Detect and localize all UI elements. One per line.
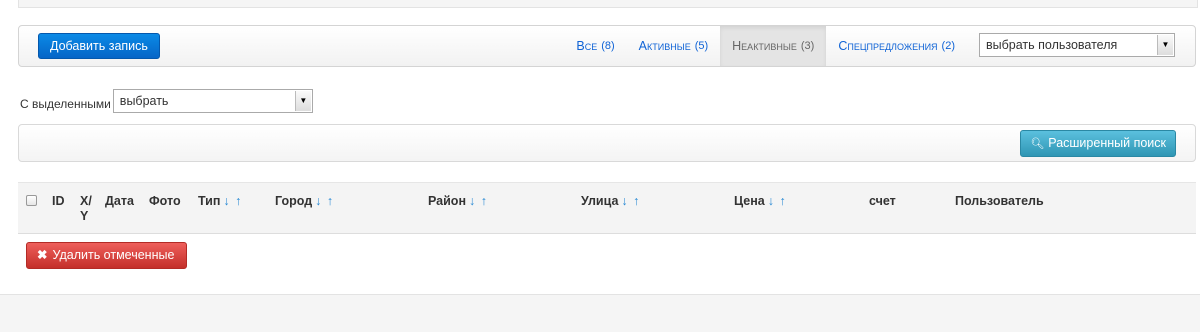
close-icon: ✖ <box>37 248 48 262</box>
col-photo: Фото <box>149 194 181 208</box>
col-xy-top: X/ <box>80 194 92 208</box>
sort-arrows-icon[interactable]: ↓ ↑ <box>315 194 334 208</box>
col-date: Дата <box>105 194 134 208</box>
col-xy-bottom: Y <box>80 209 89 223</box>
bulk-action-select[interactable]: выбрать ▼ <box>112 89 313 113</box>
advanced-search-button[interactable]: 🔍︎ Расширенный поиск <box>1020 130 1176 157</box>
col-id: ID <box>52 194 65 208</box>
tab-all-label: Все <box>576 39 598 53</box>
col-district-label: Район <box>428 194 466 208</box>
select-all-checkbox[interactable] <box>26 195 37 206</box>
sort-arrows-icon[interactable]: ↓ ↑ <box>469 194 488 208</box>
col-price-label: Цена <box>734 194 765 208</box>
tab-inactive[interactable]: Неактивные (3) <box>720 26 827 66</box>
tab-inactive-label: Неактивные <box>732 39 797 53</box>
footer <box>0 294 1200 332</box>
tab-active[interactable]: Активные (5) <box>627 26 720 66</box>
tab-active-label: Активные <box>638 39 691 53</box>
sort-arrows-icon[interactable]: ↓ ↑ <box>621 194 640 208</box>
bulk-action-select-value: выбрать <box>119 94 169 108</box>
advanced-search-label: Расширенный поиск <box>1048 136 1166 150</box>
top-strip <box>18 0 1198 8</box>
bulk-actions: С выделенными выбрать ▼ <box>20 89 313 113</box>
search-icon: 🔍︎ <box>1030 138 1045 150</box>
col-price[interactable]: Цена ↓ ↑ <box>734 194 787 208</box>
col-type[interactable]: Тип ↓ ↑ <box>198 194 242 208</box>
user-select-value: выбрать пользователя <box>986 38 1118 52</box>
listing-toolbar: Добавить запись Все (8) Активные (5) Неа… <box>18 25 1196 67</box>
col-xy: X/ Y <box>80 194 92 224</box>
tab-special-offers[interactable]: Спецпредложения (2) <box>826 26 967 66</box>
chevron-down-icon: ▼ <box>294 91 311 111</box>
col-street[interactable]: Улица ↓ ↑ <box>581 194 640 208</box>
add-record-button[interactable]: Добавить запись <box>38 33 160 59</box>
sort-arrows-icon[interactable]: ↓ ↑ <box>768 194 787 208</box>
tab-all-count: (8) <box>601 40 615 52</box>
col-street-label: Улица <box>581 194 619 208</box>
status-filter-tabs: Все (8) Активные (5) Неактивные (3) Спец… <box>564 26 967 66</box>
col-district[interactable]: Район ↓ ↑ <box>428 194 488 208</box>
col-type-label: Тип <box>198 194 221 208</box>
chevron-down-icon: ▼ <box>1157 35 1173 55</box>
delete-selected-button[interactable]: ✖ Удалить отмеченные <box>26 242 188 269</box>
bulk-actions-label: С выделенными <box>20 97 111 111</box>
delete-selected-label: Удалить отмеченные <box>52 248 175 262</box>
col-account: счет <box>869 194 896 208</box>
tab-active-count: (5) <box>694 40 709 52</box>
col-city-label: Город <box>275 194 313 208</box>
tab-inactive-count: (3) <box>800 40 815 52</box>
col-city[interactable]: Город ↓ ↑ <box>275 194 334 208</box>
tab-special-offers-label: Спецпредложения <box>838 39 938 53</box>
table-header: ID X/ Y Дата Фото Тип ↓ ↑ Город ↓ ↑ Район ↓… <box>18 182 1196 234</box>
col-user: Пользователь <box>955 194 1044 208</box>
sort-arrows-icon[interactable]: ↓ ↑ <box>223 194 242 208</box>
tab-all[interactable]: Все (8) <box>564 26 626 66</box>
tab-special-offers-count: (2) <box>941 40 955 52</box>
user-select[interactable]: выбрать пользователя ▼ <box>979 33 1175 57</box>
search-bar: 🔍︎ Расширенный поиск <box>18 124 1196 162</box>
